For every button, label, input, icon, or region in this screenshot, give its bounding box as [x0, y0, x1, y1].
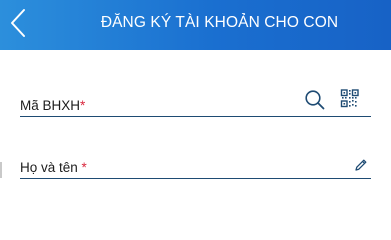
full-name-input[interactable] — [20, 148, 301, 178]
edit-button[interactable] — [354, 158, 368, 172]
edge-marker — [0, 162, 2, 178]
full-name-field[interactable]: Họ và tên * — [20, 148, 371, 179]
chevron-left-icon — [11, 9, 25, 37]
bhxh-field[interactable]: Mã BHXH* — [20, 86, 371, 117]
page-title: ĐĂNG KÝ TÀI KHOẢN CHO CON — [100, 14, 339, 31]
back-button[interactable] — [6, 6, 36, 40]
qr-scan-button[interactable] — [340, 88, 360, 110]
bhxh-input[interactable] — [20, 86, 301, 116]
registration-form: Mã BHXH* Họ và tên * — [0, 50, 391, 204]
app-header: ĐĂNG KÝ TÀI KHOẢN CHO CON — [0, 0, 391, 50]
qr-code-icon — [340, 89, 359, 108]
pencil-icon — [355, 159, 367, 171]
search-icon — [305, 90, 325, 110]
search-button[interactable] — [304, 89, 326, 111]
